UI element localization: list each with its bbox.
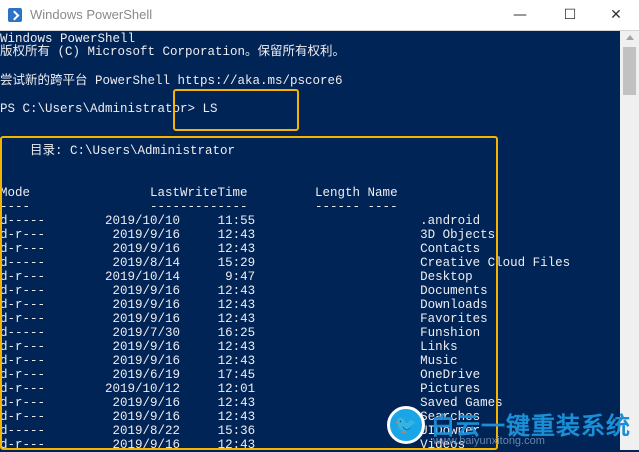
- close-icon: ✕: [610, 7, 622, 23]
- twitter-bird-icon: 🐦: [387, 406, 425, 444]
- watermark: 🐦 白云一键重装系统 www.baiyunxitong.com: [387, 404, 639, 450]
- minimize-button[interactable]: —: [497, 0, 543, 30]
- scroll-up-icon[interactable]: [626, 35, 634, 40]
- maximize-icon: ☐: [563, 7, 577, 23]
- scroll-thumb[interactable]: [623, 47, 636, 95]
- window-title: Windows PowerShell: [30, 7, 153, 22]
- powershell-icon: [8, 8, 22, 22]
- console-line: Windows PowerShell: [0, 32, 136, 46]
- title-bar[interactable]: Windows PowerShell — ☐ ✕: [0, 0, 639, 31]
- close-button[interactable]: ✕: [593, 0, 639, 30]
- console-line: 尝试新的跨平台 PowerShell https://aka.ms/pscore…: [0, 74, 343, 88]
- minimize-icon: —: [513, 7, 527, 23]
- console-line: 版权所有 (C) Microsoft Corporation。保留所有权利。: [0, 45, 346, 59]
- vertical-scrollbar[interactable]: [620, 31, 639, 450]
- maximize-button[interactable]: ☐: [547, 0, 593, 30]
- command-highlight-box: [173, 89, 299, 131]
- listing-highlight-box: [0, 136, 498, 450]
- watermark-url: www.baiyunxitong.com: [433, 435, 545, 447]
